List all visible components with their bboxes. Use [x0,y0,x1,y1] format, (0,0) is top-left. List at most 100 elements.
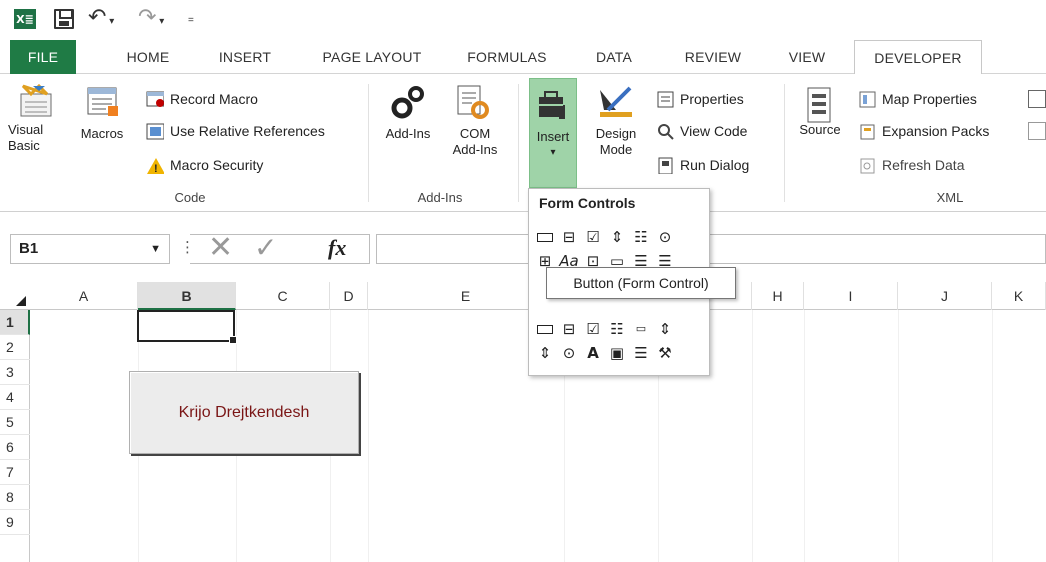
row-header[interactable]: 8 [0,485,30,510]
tab-formulas[interactable]: FORMULAS [452,40,562,74]
row-header[interactable]: 7 [0,460,30,485]
expansion-packs-button[interactable]: Expansion Packs [858,122,989,140]
column-header[interactable]: I [804,282,898,310]
tab-data[interactable]: DATA [576,40,652,74]
source-button[interactable]: Source [794,86,846,138]
design-mode-button[interactable]: Design Mode [590,82,642,158]
macro-security-label: Macro Security [170,157,264,173]
map-properties-button[interactable]: Map Properties [858,90,977,108]
tab-file[interactable]: FILE [10,40,76,74]
refresh-data-icon [860,158,875,174]
insert-controls-button[interactable]: Insert ▾ [529,78,577,188]
chevron-down-icon[interactable]: ▼ [150,235,161,263]
activex-label-icon[interactable]: A [583,343,603,363]
undo-icon[interactable]: ↶ ▾ [88,7,114,29]
customize-qat-icon[interactable]: = [188,10,194,32]
row-header[interactable]: 9 [0,510,30,535]
activex-button-icon[interactable] [535,319,555,339]
combo-box-icon[interactable]: ⊟ [559,227,579,247]
row-header[interactable]: 2 [0,335,30,360]
column-header[interactable]: J [898,282,992,310]
more-controls-icon[interactable]: ⚒ [655,343,675,363]
cancel-icon[interactable]: ✕ [208,228,233,268]
activex-option-button-icon[interactable]: ⊙ [559,343,579,363]
tab-page-layout[interactable]: PAGE LAYOUT [306,40,438,74]
grid-line [804,310,805,562]
properties-button[interactable]: Properties [656,90,744,108]
row-header[interactable]: 4 [0,385,30,410]
select-all-icon[interactable] [0,282,30,310]
ribbon: Visual Basic Macros Record Macro Use Rel… [0,74,1046,212]
activex-toggle-button-icon[interactable]: ☰ [631,343,651,363]
row-headers: 1 2 3 4 5 6 7 8 9 [0,310,30,562]
add-ins-button[interactable]: Add-Ins [378,82,438,142]
expansion-packs-icon [860,124,875,140]
view-code-button[interactable]: View Code [656,122,747,140]
redo-icon[interactable]: ↷ ▾ [138,7,164,29]
properties-label: Properties [680,91,744,107]
grid-line [752,310,753,562]
selected-cell[interactable] [137,310,237,344]
row-header[interactable]: 3 [0,360,30,385]
spin-button-icon[interactable]: ⇕ [607,227,627,247]
activex-spin-button-icon[interactable]: ⇕ [535,343,555,363]
view-code-icon [658,124,674,140]
tab-insert[interactable]: INSERT [200,40,290,74]
enter-check-icon[interactable]: ✓ [254,228,277,268]
button-control-icon[interactable] [535,227,555,247]
activex-list-box-icon[interactable]: ☷ [607,319,627,339]
row-header[interactable]: 5 [0,410,30,435]
tab-review[interactable]: REVIEW [666,40,760,74]
map-properties-label: Map Properties [882,91,977,107]
activex-check-box-icon[interactable]: ☑ [583,319,603,339]
run-dialog-button[interactable]: Run Dialog [656,156,749,174]
tab-developer[interactable]: DEVELOPER [854,40,982,75]
record-macro-icon [146,91,164,107]
group-divider [368,84,369,202]
row-header[interactable]: 6 [0,435,30,460]
xml-extra-icon[interactable] [1028,90,1046,108]
run-dialog-icon [658,157,673,174]
name-box[interactable]: B1 ▼ [10,234,170,264]
column-headers: A B C D E F G H I J K [0,282,1046,310]
com-add-ins-button[interactable]: COM Add-Ins [444,82,500,158]
option-button-icon[interactable]: ⊙ [655,227,675,247]
gears-icon [391,86,424,119]
tab-home[interactable]: HOME [108,40,188,74]
column-header[interactable]: H [752,282,804,310]
design-mode-label: Design Mode [595,126,637,157]
record-macro-button[interactable]: Record Macro [146,90,258,108]
view-code-label: View Code [680,123,748,139]
excel-logo-icon: X≣ [14,9,36,29]
list-box-icon[interactable]: ☷ [631,227,651,247]
formula-bar: B1 ▼ ⋮ ✕ ✓ fx [0,228,1046,268]
column-header[interactable]: K [992,282,1046,310]
activex-image-icon[interactable]: ▣ [607,343,627,363]
column-header[interactable]: A [30,282,138,310]
check-box-icon[interactable]: ☑ [583,227,603,247]
com-add-ins-label: COM Add-Ins [452,126,498,157]
macro-security-button[interactable]: ! Macro Security [146,156,263,174]
refresh-data-button[interactable]: Refresh Data [858,156,964,174]
use-relative-references-button[interactable]: Use Relative References [146,122,325,140]
column-header[interactable]: B [138,282,236,310]
xml-extra-icon[interactable] [1028,122,1046,140]
row-header[interactable]: 1 [0,310,30,335]
activex-text-box-icon[interactable]: ▭ [631,319,651,339]
tab-view[interactable]: VIEW [776,40,838,74]
macros-icon [87,87,118,116]
activex-combo-box-icon[interactable]: ⊟ [559,319,579,339]
macros-button[interactable]: Macros [74,82,130,142]
visual-basic-button[interactable]: Visual Basic [8,82,64,154]
map-properties-icon [859,91,876,108]
activex-scroll-bar-icon[interactable]: ⇕ [655,319,675,339]
save-icon[interactable] [54,9,74,29]
column-header[interactable]: C [236,282,330,310]
formula-input[interactable] [376,234,1046,264]
sheet-form-button[interactable]: Krijo Drejtkendesh [129,371,359,454]
column-header[interactable]: D [330,282,368,310]
xml-source-icon [807,87,831,123]
insert-function-icon[interactable]: fx [328,228,346,268]
add-ins-label: Add-Ins [385,126,431,141]
svg-text:!: ! [154,163,158,174]
